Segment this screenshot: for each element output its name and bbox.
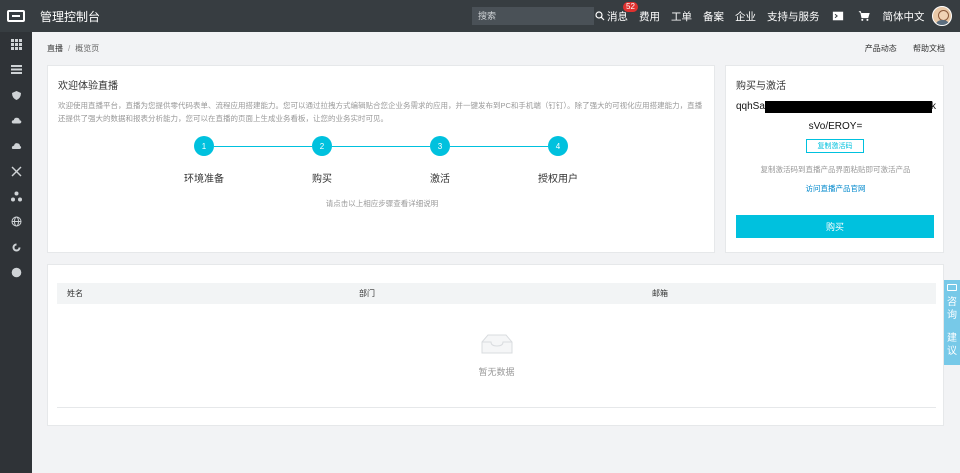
copy-hint: 复制激活码到直播产品界面粘贴即可激活产品 — [760, 165, 911, 174]
sidebar — [0, 32, 32, 473]
product-news-link[interactable]: 产品动态 — [865, 44, 897, 53]
users-table-card: 姓名 部门 邮箱 暂无数据 — [47, 264, 944, 426]
copy-code-button[interactable]: 复制激活码 — [806, 139, 864, 153]
welcome-description: 欢迎使用直播平台，直播为您提供零代码表单、流程应用搭建能力。您可以通过拉拽方式编… — [58, 101, 703, 124]
cloud-icon[interactable] — [0, 108, 32, 133]
circle-icon[interactable] — [0, 260, 32, 285]
nav-billing[interactable]: 费用 — [639, 9, 660, 24]
nav-enterprise[interactable]: 企业 — [735, 9, 756, 24]
steps-hint: 请点击以上相应步骤查看详细说明 — [325, 199, 439, 208]
step-1-label[interactable]: 环境准备 — [164, 170, 244, 185]
buy-title: 购买与激活 — [736, 81, 786, 92]
consult-float-tab[interactable]: 咨询 建议 — [944, 280, 960, 365]
shuffle-icon[interactable] — [0, 158, 32, 183]
empty-text: 暂无数据 — [478, 367, 515, 377]
search-box — [472, 7, 605, 25]
breadcrumb-separator: / — [68, 44, 71, 53]
step-connector — [450, 146, 548, 147]
steps: 1 2 3 4 环境准备 购买 激活 授权用户 — [48, 136, 716, 186]
search-input[interactable] — [472, 7, 595, 25]
language-switch[interactable]: 简体中文 — [883, 9, 925, 24]
shield-icon[interactable] — [0, 83, 32, 108]
column-department: 部门 — [359, 289, 375, 298]
breadcrumb-current: 概览页 — [75, 44, 100, 53]
nav-tickets[interactable]: 工单 — [671, 9, 692, 24]
welcome-card: 欢迎体验直播 欢迎使用直播平台，直播为您提供零代码表单、流程应用搭建能力。您可以… — [47, 65, 715, 253]
cloud-icon[interactable] — [0, 133, 32, 158]
top-nav: 消息 52 费用 工单 备案 企业 支持与服务 简体中文 — [607, 0, 936, 32]
help-docs-link[interactable]: 帮助文档 — [913, 44, 945, 53]
step-3-label[interactable]: 激活 — [400, 170, 480, 185]
nav-support[interactable]: 支持与服务 — [767, 9, 820, 24]
table-header: 姓名 部门 邮箱 — [57, 283, 936, 304]
globe-icon[interactable] — [0, 209, 32, 234]
welcome-title: 欢迎体验直播 — [58, 81, 118, 92]
column-name: 姓名 — [67, 289, 83, 298]
empty-inbox-icon — [481, 334, 513, 354]
terminal-icon[interactable] — [831, 9, 845, 23]
refresh-icon[interactable] — [0, 234, 32, 259]
table-divider — [57, 407, 936, 408]
cart-icon[interactable] — [857, 9, 871, 23]
nav-messages-label: 消息 — [607, 10, 628, 23]
messages-badge: 52 — [623, 1, 638, 12]
search-icon[interactable] — [595, 7, 605, 25]
top-links: 产品动态 帮助文档 — [851, 43, 945, 54]
step-3-circle[interactable]: 3 — [430, 136, 450, 156]
column-email: 邮箱 — [652, 289, 668, 298]
feedback-label: 建议 — [947, 333, 957, 357]
chat-icon — [947, 284, 957, 291]
nav-messages[interactable]: 消息 52 — [607, 1, 638, 24]
grid-icon[interactable] — [0, 32, 32, 57]
top-bar: 管理控制台 消息 52 费用 工单 备案 企业 支持与服务 简体中文 — [0, 0, 960, 32]
step-connector — [332, 146, 430, 147]
visit-site-link[interactable]: 访问直播产品官网 — [726, 183, 945, 194]
activation-code-end: k — [931, 101, 936, 112]
activation-code-start: qqhSa — [736, 101, 765, 112]
buy-activate-card: 购买与激活 qqhSa k sVo/EROY= 复制激活码 复制激活码到直播产品… — [725, 65, 944, 253]
app-title[interactable]: 管理控制台 — [40, 8, 100, 25]
nav-icp[interactable]: 备案 — [703, 9, 724, 24]
logo-icon[interactable] — [0, 0, 32, 32]
list-icon[interactable] — [0, 57, 32, 82]
step-connector — [214, 146, 312, 147]
buy-button[interactable]: 购买 — [736, 215, 934, 238]
step-2-circle[interactable]: 2 — [312, 136, 332, 156]
redaction-bar — [765, 101, 932, 113]
consult-label: 咨询 — [947, 297, 957, 321]
step-4-circle[interactable]: 4 — [548, 136, 568, 156]
network-icon[interactable] — [0, 184, 32, 209]
step-4-label[interactable]: 授权用户 — [518, 170, 598, 185]
step-1-circle[interactable]: 1 — [194, 136, 214, 156]
breadcrumb-root[interactable]: 直播 — [47, 44, 63, 53]
step-2-label[interactable]: 购买 — [282, 170, 362, 185]
activation-code-line2: sVo/EROY= — [808, 121, 863, 132]
breadcrumb: 直播 / 概览页 — [47, 43, 99, 54]
avatar[interactable] — [932, 6, 952, 26]
